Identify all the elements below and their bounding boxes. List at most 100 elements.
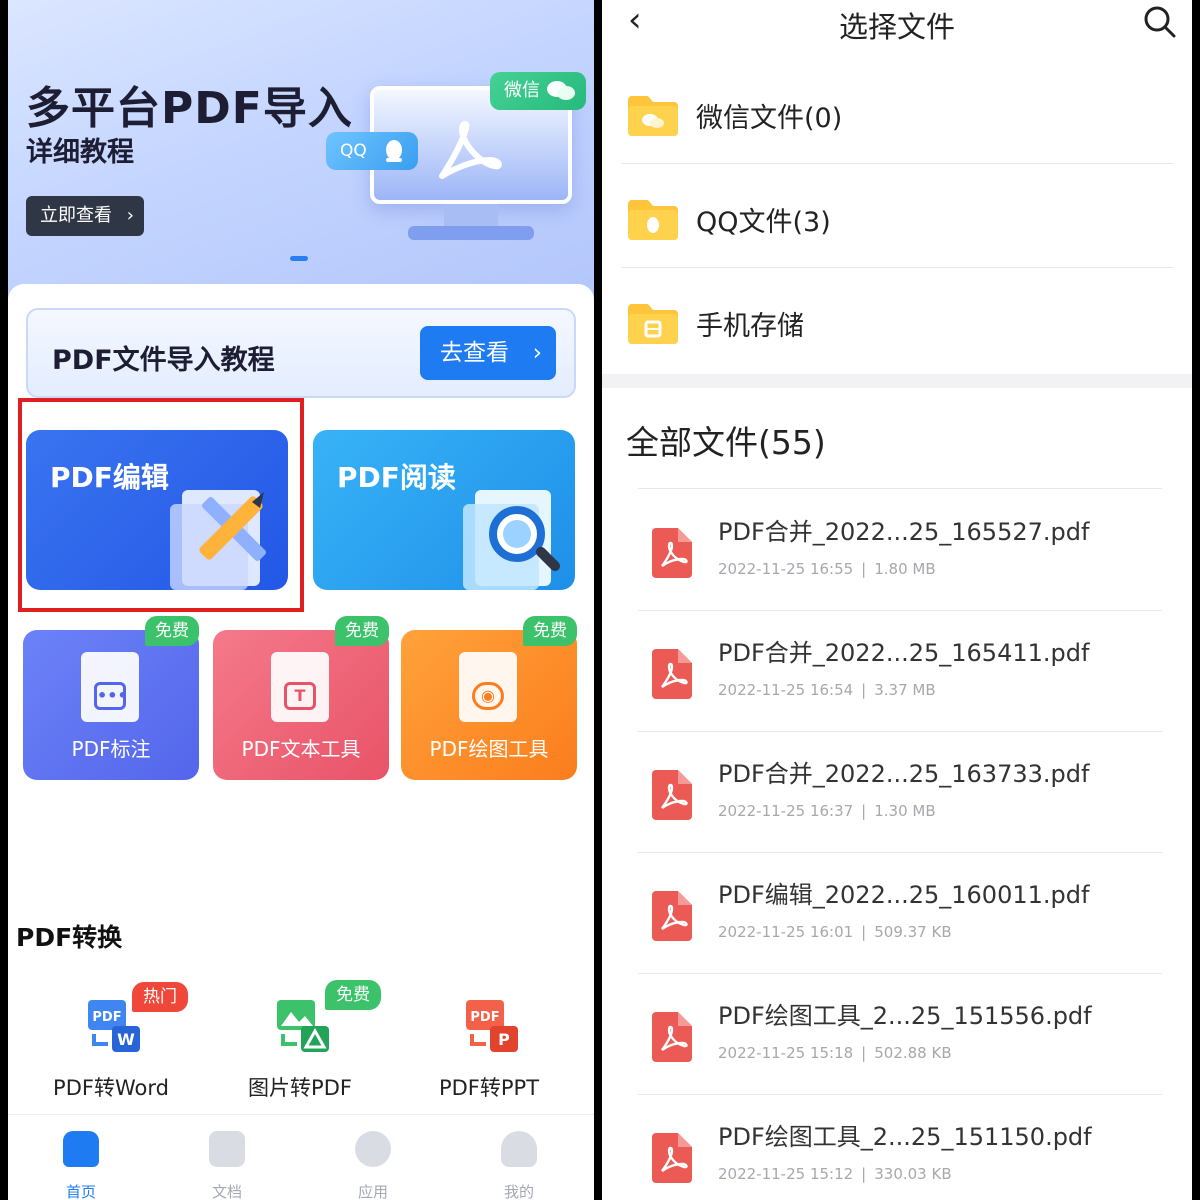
document-icon bbox=[209, 1131, 245, 1167]
file-meta: 2022-11-25 15:18 | 502.88 KB bbox=[718, 1044, 952, 1062]
pdf-text-tool-card[interactable]: 免费 T PDF文本工具 bbox=[213, 616, 389, 780]
file-date: 2022-11-25 15:18 bbox=[718, 1044, 854, 1062]
svg-text:W: W bbox=[117, 1030, 135, 1049]
banner-title: 多平台PDF导入 bbox=[26, 83, 353, 134]
section-divider bbox=[602, 374, 1192, 388]
tab-profile-label: 我的 bbox=[503, 1183, 534, 1200]
magnifier-icon bbox=[463, 490, 561, 590]
pdf-to-ppt-icon: PDF P bbox=[466, 1000, 518, 1052]
pdf-file-icon bbox=[652, 891, 692, 941]
file-row[interactable]: PDF编辑_2022...25_160011.pdf 2022-11-25 16:… bbox=[638, 853, 1162, 974]
tab-documents-label: 文档 bbox=[211, 1183, 242, 1200]
meta-separator: | bbox=[861, 802, 867, 820]
file-name: PDF合并_2022...25_165527.pdf bbox=[718, 518, 1090, 546]
file-meta: 2022-11-25 16:55 | 1.80 MB bbox=[718, 560, 936, 578]
qq-bubble: QQ bbox=[326, 132, 418, 170]
folder-storage-label: 手机存储 bbox=[696, 311, 804, 342]
wechat-bubble: 微信 bbox=[490, 72, 586, 110]
file-name: PDF合并_2022...25_163733.pdf bbox=[718, 760, 1090, 788]
free-badge: 免费 bbox=[335, 616, 389, 646]
chevron-right-icon: › bbox=[126, 205, 134, 226]
image-to-pdf-item[interactable]: 免费 图片转PDF bbox=[205, 974, 395, 1104]
view-now-label: 立即查看 bbox=[40, 205, 112, 226]
pdf-file-icon bbox=[652, 1012, 692, 1062]
import-tutorial-card[interactable]: PDF文件导入教程 去查看 › bbox=[26, 308, 576, 398]
file-name: PDF绘图工具_2...25_151150.pdf bbox=[718, 1123, 1092, 1151]
file-meta: 2022-11-25 16:54 | 3.37 MB bbox=[718, 681, 936, 699]
pdf-text-tool-label: PDF文本工具 bbox=[241, 737, 361, 761]
tab-home[interactable]: 首页 bbox=[8, 1127, 154, 1200]
carousel-indicator bbox=[290, 256, 308, 261]
file-size: 330.03 KB bbox=[874, 1165, 952, 1183]
folder-qq[interactable]: QQ文件(3) bbox=[622, 164, 1174, 268]
image-to-pdf-icon bbox=[277, 1000, 329, 1052]
free-badge: 免费 bbox=[523, 616, 577, 646]
file-row[interactable]: PDF合并_2022...25_165527.pdf 2022-11-25 16:… bbox=[638, 490, 1162, 611]
file-row[interactable]: PDF绘图工具_2...25_151150.pdf 2022-11-25 15:1… bbox=[638, 1095, 1162, 1200]
folder-qq-label: QQ文件(3) bbox=[696, 207, 831, 238]
all-files-title: 全部文件(55) bbox=[626, 423, 826, 462]
meta-separator: | bbox=[861, 923, 867, 941]
folder-wechat-label: 微信文件(0) bbox=[696, 103, 843, 134]
banner-subtitle: 详细教程 bbox=[26, 137, 134, 168]
free-badge: 免费 bbox=[145, 616, 199, 646]
home-content: PDF文件导入教程 去查看 › PDF编辑 PDF阅读 免费 ••• PDF标注… bbox=[8, 284, 594, 1200]
picker-title: 选择文件 bbox=[838, 10, 955, 44]
palette-icon: ◉ bbox=[472, 682, 504, 710]
wechat-icon bbox=[547, 81, 575, 100]
file-meta: 2022-11-25 15:12 | 330.03 KB bbox=[718, 1165, 952, 1183]
pdf-annotate-card[interactable]: 免费 ••• PDF标注 bbox=[23, 616, 199, 780]
promo-banner[interactable]: 多平台PDF导入 详细教程 立即查看 › 微信 QQ bbox=[8, 0, 594, 300]
folder-wechat[interactable]: 微信文件(0) bbox=[622, 60, 1174, 164]
picker-header: ‹ 选择文件 bbox=[602, 0, 1192, 48]
file-date: 2022-11-25 16:55 bbox=[718, 560, 854, 578]
file-name: PDF编辑_2022...25_160011.pdf bbox=[718, 881, 1090, 909]
pdf-to-word-item[interactable]: 热门 PDF W PDF转Word bbox=[16, 974, 206, 1104]
pdf-file-icon bbox=[652, 770, 692, 820]
folder-phone-storage[interactable]: 手机存储 bbox=[622, 268, 1174, 372]
view-now-button[interactable]: 立即查看 › bbox=[26, 196, 144, 236]
pdf-to-ppt-label: PDF转PPT bbox=[438, 1076, 540, 1100]
file-date: 2022-11-25 16:37 bbox=[718, 802, 854, 820]
file-size: 3.37 MB bbox=[874, 681, 936, 699]
search-icon[interactable] bbox=[1142, 4, 1178, 40]
chevron-right-icon: › bbox=[532, 340, 542, 366]
highlight-box bbox=[18, 398, 304, 612]
bottom-tab-bar: 首页 文档 应用 我的 bbox=[8, 1114, 594, 1200]
profile-icon bbox=[501, 1131, 537, 1167]
file-picker-screen: ‹ 选择文件 微信文件(0) QQ文件(3) 手机存储 全部文件(55) PDF… bbox=[602, 0, 1192, 1200]
file-row[interactable]: PDF合并_2022...25_163733.pdf 2022-11-25 16:… bbox=[638, 732, 1162, 853]
home-icon bbox=[63, 1131, 99, 1167]
qq-penguin-icon bbox=[386, 140, 402, 162]
tab-documents[interactable]: 文档 bbox=[154, 1127, 300, 1200]
file-row[interactable]: PDF绘图工具_2...25_151556.pdf 2022-11-25 15:1… bbox=[638, 974, 1162, 1095]
pdf-draw-tool-card[interactable]: 免费 ◉ PDF绘图工具 bbox=[401, 616, 577, 780]
acrobat-icon bbox=[439, 120, 502, 179]
svg-text:PDF: PDF bbox=[92, 1010, 121, 1025]
home-screen: 多平台PDF导入 详细教程 立即查看 › 微信 QQ PDF文件导入教程 去查看… bbox=[8, 0, 594, 1200]
file-size: 509.37 KB bbox=[874, 923, 952, 941]
meta-separator: | bbox=[861, 681, 867, 699]
file-meta: 2022-11-25 16:37 | 1.30 MB bbox=[718, 802, 936, 820]
go-view-button[interactable]: 去查看 › bbox=[420, 326, 556, 380]
svg-text:P: P bbox=[498, 1030, 510, 1049]
tutorial-label: PDF文件导入教程 bbox=[52, 345, 275, 376]
pdf-file-icon bbox=[652, 528, 692, 578]
divider bbox=[638, 488, 1162, 489]
convert-section-title: PDF转换 bbox=[16, 923, 123, 952]
storage-folder-icon bbox=[628, 304, 678, 344]
file-size: 502.88 KB bbox=[874, 1044, 952, 1062]
file-date: 2022-11-25 16:01 bbox=[718, 923, 854, 941]
file-date: 2022-11-25 15:12 bbox=[718, 1165, 854, 1183]
file-name: PDF绘图工具_2...25_151556.pdf bbox=[718, 1002, 1092, 1030]
meta-separator: | bbox=[861, 560, 867, 578]
pdf-to-ppt-item[interactable]: PDF P PDF转PPT bbox=[394, 974, 584, 1104]
wechat-bubble-label: 微信 bbox=[504, 80, 540, 101]
monitor-base bbox=[408, 226, 534, 240]
tab-profile[interactable]: 我的 bbox=[446, 1127, 592, 1200]
qq-bubble-label: QQ bbox=[340, 141, 367, 161]
pdf-read-card[interactable]: PDF阅读 bbox=[313, 430, 575, 590]
file-row[interactable]: PDF合并_2022...25_165411.pdf 2022-11-25 16:… bbox=[638, 611, 1162, 732]
tab-apps[interactable]: 应用 bbox=[300, 1127, 446, 1200]
pdf-annotate-label: PDF标注 bbox=[71, 737, 151, 761]
